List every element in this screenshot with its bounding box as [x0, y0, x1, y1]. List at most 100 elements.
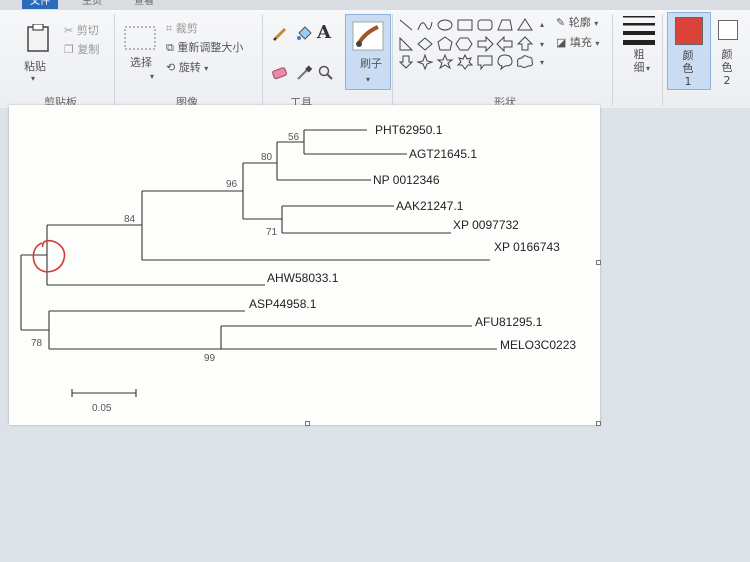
red-circle-annotation — [32, 239, 66, 273]
phylogenetic-tree: PHT62950.1 AGT21645.1 NP 0012346 AAK2124… — [20, 123, 576, 414]
ribbon: 粘贴 ▾ ✂ 剪切 ❐ 复制 剪贴板 选择 ▾ ⌗ 裁剪 ⧉ 重新调整大小 ⟲ … — [0, 10, 750, 109]
eraser-icon[interactable] — [272, 66, 288, 80]
outline-label: 轮廓 — [568, 16, 591, 29]
clipboard-icon — [27, 24, 49, 52]
outline-dropdown-icon: ▾ — [594, 19, 599, 28]
scale-bar: 0.05 — [71, 389, 137, 414]
crop-button[interactable]: ⌗ 裁剪 — [166, 22, 198, 35]
rotate-icon: ⟲ — [166, 61, 176, 74]
outline-button[interactable]: ✎ 轮廓 ▾ — [556, 16, 598, 30]
leaf-label: AGT21645.1 — [409, 147, 477, 161]
curve-shape-icon — [417, 21, 433, 31]
brushes-dropdown-icon: ▾ — [366, 75, 371, 84]
rotate-dropdown-icon: ▾ — [204, 64, 209, 73]
size-dropdown-icon: ▾ — [646, 64, 651, 73]
select-label: 选择 — [130, 56, 152, 69]
callout-rect-shape-icon — [477, 55, 493, 71]
pencil-icon[interactable] — [272, 26, 288, 42]
fill-label: 填充 — [569, 36, 592, 49]
crop-icon: ⌗ — [166, 22, 173, 35]
cloud-shape-icon — [516, 55, 533, 68]
rotate-button[interactable]: ⟲ 旋转 ▾ — [166, 61, 208, 75]
leaf-label: NP 0012346 — [373, 173, 440, 187]
resize-button[interactable]: ⧉ 重新调整大小 — [166, 41, 243, 54]
bootstrap-value: 71 — [266, 227, 278, 238]
leaf-labels: PHT62950.1 AGT21645.1 NP 0012346 AAK2124… — [249, 123, 576, 352]
tree-branches — [20, 129, 497, 350]
brush-icon — [352, 21, 384, 51]
color1-button[interactable]: 颜色 1 — [667, 12, 711, 90]
shapes-scroll-up-icon[interactable]: ▴ — [540, 18, 544, 31]
copy-label: 复制 — [77, 43, 100, 56]
select-dropdown-icon: ▾ — [150, 72, 155, 81]
size-label: 粗细 — [633, 48, 645, 74]
fill-button[interactable]: ◪ 填充 ▾ — [556, 36, 599, 50]
leaf-label: AHW58033.1 — [267, 271, 339, 285]
leaf-label: AFU81295.1 — [475, 315, 543, 329]
bootstrap-value: 80 — [261, 152, 273, 163]
triangle-shape-icon — [517, 18, 533, 31]
outline-icon: ✎ — [556, 16, 566, 29]
color2-button[interactable]: 颜色 2 — [712, 12, 750, 88]
fill-bucket-icon[interactable] — [296, 25, 312, 43]
brushes-label: 刷子 — [360, 57, 382, 70]
tab-file[interactable]: 文件 — [22, 0, 58, 9]
shapes-gallery[interactable] — [398, 18, 548, 78]
color2-label: 颜色 2 — [721, 48, 733, 87]
fill-icon: ◪ — [556, 36, 567, 49]
divider — [612, 14, 613, 106]
leaf-label: AAK21247.1 — [396, 199, 464, 213]
color1-swatch — [675, 17, 703, 45]
line-width-icon — [623, 16, 655, 45]
canvas-resize-handle[interactable] — [596, 260, 601, 265]
rotate-label: 旋转 — [178, 61, 201, 74]
arrow-down-shape-icon — [398, 55, 414, 69]
cut-label: 剪切 — [76, 24, 99, 37]
scissors-icon: ✂ — [64, 24, 74, 37]
line-shape-icon — [399, 19, 413, 31]
brushes-button[interactable]: 刷子 ▾ — [345, 14, 391, 90]
bootstrap-values: 56 80 96 71 84 78 99 — [31, 132, 300, 364]
color2-swatch — [718, 20, 738, 40]
six-point-star-shape-icon — [456, 53, 474, 70]
resize-label: 重新调整大小 — [177, 41, 244, 54]
bootstrap-value: 84 — [124, 214, 136, 225]
magnifier-icon[interactable] — [318, 65, 334, 81]
canvas-resize-handle[interactable] — [596, 421, 601, 426]
bootstrap-value: 78 — [31, 338, 43, 349]
copy-button[interactable]: ❐ 复制 — [64, 43, 99, 56]
bootstrap-value: 99 — [204, 353, 216, 364]
pentagon-shape-icon — [437, 36, 453, 51]
tab-home[interactable]: 主页 — [82, 0, 102, 9]
star-shape-icon — [436, 53, 454, 70]
leaf-label: XP 0097732 — [453, 218, 519, 232]
arrow-up-shape-icon — [516, 36, 534, 51]
rounded-rectangle-shape-icon — [477, 19, 493, 31]
polygon-shape-icon — [497, 19, 513, 31]
fill-dropdown-icon: ▾ — [595, 39, 600, 48]
tab-view[interactable]: 查看 — [134, 0, 154, 9]
right-triangle-shape-icon — [399, 36, 414, 51]
selection-rectangle-icon — [124, 26, 156, 50]
arrow-right-shape-icon — [477, 35, 494, 53]
divider — [392, 14, 393, 106]
color-picker-icon[interactable] — [296, 65, 312, 81]
canvas-resize-handle[interactable] — [305, 421, 310, 426]
drawing-canvas[interactable]: PHT62950.1 AGT21645.1 NP 0012346 AAK2124… — [9, 105, 601, 426]
paste-dropdown-icon: ▾ — [31, 74, 36, 83]
shapes-scroll-down-icon[interactable]: ▾ — [540, 38, 544, 51]
diamond-shape-icon — [417, 37, 433, 51]
leaf-label: XP 0166743 — [494, 240, 560, 254]
divider — [262, 14, 263, 106]
copy-icon: ❐ — [64, 43, 74, 56]
cut-button[interactable]: ✂ 剪切 — [64, 24, 99, 37]
leaf-label: ASP44958.1 — [249, 297, 317, 311]
leaf-label: MELO3C0223 — [500, 338, 576, 352]
scale-bar-label: 0.05 — [92, 403, 112, 414]
arrow-left-shape-icon — [496, 35, 513, 53]
color1-label: 颜色 1 — [682, 49, 694, 88]
text-tool-icon[interactable]: A — [317, 22, 331, 44]
shapes-expand-icon[interactable]: ▾ — [540, 56, 544, 69]
oval-shape-icon — [437, 19, 453, 31]
bootstrap-value: 96 — [226, 179, 238, 190]
